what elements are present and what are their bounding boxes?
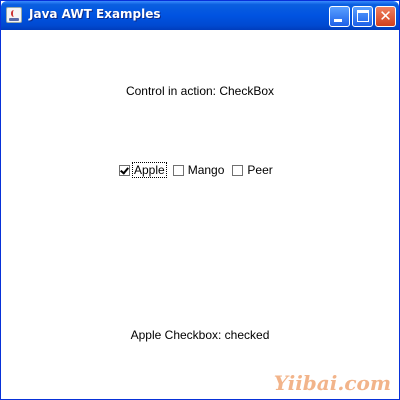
checkbox-apple-box[interactable]	[119, 164, 130, 176]
checkbox-peer[interactable]: Peer	[232, 163, 273, 177]
close-icon: ✕	[379, 7, 392, 25]
minimize-button[interactable]	[329, 6, 350, 27]
checkbox-peer-box[interactable]	[232, 164, 244, 176]
status-label: Apple Checkbox: checked	[130, 328, 270, 342]
maximize-button[interactable]	[352, 6, 373, 27]
watermark-logo: Yiibai.com	[273, 371, 391, 395]
app-window: Java AWT Examples ✕ Control in action: C…	[0, 0, 400, 400]
checkbox-mango[interactable]: Mango	[172, 163, 226, 177]
header-label: Control in action: CheckBox	[125, 84, 275, 98]
close-button[interactable]: ✕	[375, 6, 396, 27]
checkbox-mango-label[interactable]: Mango	[187, 163, 226, 177]
title-bar[interactable]: Java AWT Examples ✕	[1, 1, 399, 30]
checkbox-panel: Apple Mango Peer	[119, 162, 281, 178]
checkbox-peer-label[interactable]: Peer	[246, 163, 273, 177]
window-title: Java AWT Examples	[29, 7, 161, 21]
maximize-icon	[357, 10, 369, 22]
checkbox-apple[interactable]: Apple	[119, 162, 167, 178]
minimize-icon	[334, 19, 342, 22]
java-cup-icon[interactable]	[6, 7, 22, 23]
checkbox-apple-label[interactable]: Apple	[132, 162, 167, 178]
checkbox-mango-box[interactable]	[172, 164, 184, 176]
